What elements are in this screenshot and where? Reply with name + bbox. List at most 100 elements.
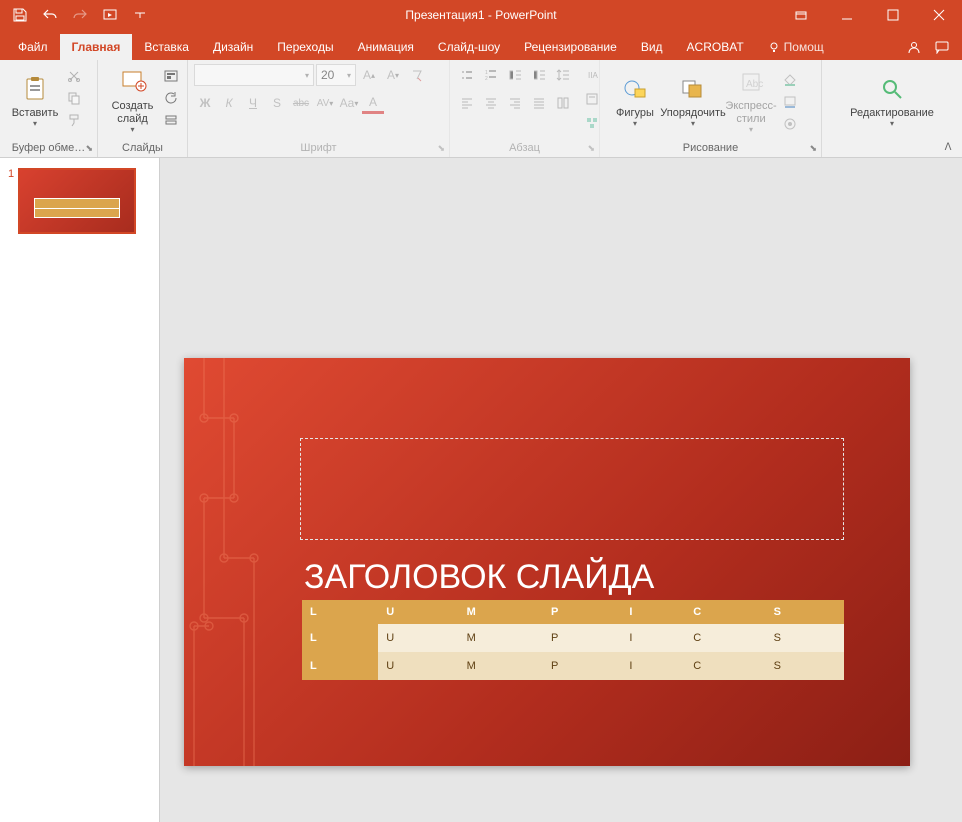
ribbon-tabs: Файл Главная Вставка Дизайн Переходы Ани… (0, 30, 962, 60)
justify-button[interactable] (528, 92, 550, 114)
table-header-cell[interactable]: C (685, 600, 765, 624)
slide-table[interactable]: L U M P I C S L U M P I C S (302, 600, 844, 680)
align-text-button[interactable] (580, 88, 604, 110)
section-button[interactable] (161, 110, 181, 130)
svg-text:IIA: IIA (588, 71, 598, 80)
group-font: ▾ 20▾ A▴ A▾ Ж К Ч S abc AV▾ Aa▾ A Шр (188, 60, 450, 157)
tab-review[interactable]: Рецензирование (512, 34, 629, 60)
slide-layout-button[interactable] (161, 66, 181, 86)
strikethrough-button[interactable]: abc (290, 92, 312, 114)
quick-styles-icon: Abc (735, 66, 767, 98)
cut-button[interactable] (64, 66, 84, 86)
tab-home[interactable]: Главная (60, 34, 133, 60)
align-left-button[interactable] (456, 92, 478, 114)
start-from-beginning-button[interactable] (96, 1, 124, 29)
columns-button[interactable] (552, 92, 574, 114)
group-paragraph: 12 IIA Абзац⬊ (450, 60, 600, 157)
bullets-button[interactable] (456, 64, 478, 86)
bold-button[interactable]: Ж (194, 92, 216, 114)
paste-button[interactable]: Вставить ▾ (6, 64, 64, 136)
bulb-icon (768, 41, 780, 53)
change-case-button[interactable]: Aa▾ (338, 92, 360, 114)
slide[interactable]: ЗАГОЛОВОК СЛАЙДА L U M P I C S L U M P I (184, 358, 910, 766)
tab-insert[interactable]: Вставка (132, 34, 201, 60)
close-button[interactable] (916, 0, 962, 30)
tab-slideshow[interactable]: Слайд-шоу (426, 34, 512, 60)
italic-button[interactable]: К (218, 92, 240, 114)
align-center-button[interactable] (480, 92, 502, 114)
quick-access-toolbar (0, 1, 154, 29)
shape-fill-button[interactable] (780, 70, 800, 90)
shapes-button[interactable]: Фигуры▾ (606, 64, 664, 136)
table-header-cell[interactable]: M (459, 600, 543, 624)
reset-slide-button[interactable] (161, 88, 181, 108)
group-label-clipboard: Буфер обме… (12, 142, 86, 154)
collapse-ribbon-button[interactable]: ᐱ (940, 139, 956, 155)
redo-button[interactable] (66, 1, 94, 29)
sign-in-icon[interactable] (900, 34, 928, 60)
tab-view[interactable]: Вид (629, 34, 675, 60)
increase-indent-button[interactable] (528, 64, 550, 86)
undo-button[interactable] (36, 1, 64, 29)
decrease-indent-button[interactable] (504, 64, 526, 86)
editing-button[interactable]: Редактирование▾ (863, 64, 921, 136)
customize-qat-button[interactable] (126, 1, 154, 29)
table-header-cell[interactable]: P (543, 600, 621, 624)
selection-outline (300, 438, 844, 540)
ribbon-display-button[interactable] (778, 0, 824, 30)
decrease-font-button[interactable]: A▾ (382, 64, 404, 86)
table-row[interactable]: L U M P I C S (302, 624, 844, 652)
copy-button[interactable] (64, 88, 84, 108)
char-spacing-button[interactable]: AV▾ (314, 92, 336, 114)
convert-smartart-button[interactable] (580, 112, 604, 134)
new-slide-icon (117, 66, 149, 98)
comments-icon[interactable] (928, 34, 956, 60)
increase-font-button[interactable]: A▴ (358, 64, 380, 86)
tab-acrobat[interactable]: ACROBAT (675, 34, 756, 60)
new-slide-button[interactable]: Создать слайд ▾ (104, 64, 161, 136)
numbering-button[interactable]: 12 (480, 64, 502, 86)
table-header-cell[interactable]: L (302, 600, 378, 624)
format-painter-button[interactable] (64, 110, 84, 130)
font-dialog-launcher[interactable]: ⬊ (437, 143, 445, 154)
drawing-dialog-launcher[interactable]: ⬊ (809, 143, 817, 154)
group-slides: Создать слайд ▾ Слайды (98, 60, 188, 157)
line-spacing-button[interactable] (552, 64, 574, 86)
minimize-button[interactable] (824, 0, 870, 30)
table-header-cell[interactable]: I (621, 600, 685, 624)
align-right-button[interactable] (504, 92, 526, 114)
tab-transitions[interactable]: Переходы (265, 34, 345, 60)
tab-file[interactable]: Файл (6, 34, 60, 60)
circuit-decoration (184, 358, 324, 766)
font-name-combo[interactable]: ▾ (194, 64, 314, 86)
clear-formatting-button[interactable] (406, 64, 428, 86)
group-drawing: Фигуры▾ Упорядочить▾ Abc Экспресс-стили▾… (600, 60, 822, 157)
slide-thumbnails-pane[interactable]: 1 (0, 158, 160, 822)
shape-effects-button[interactable] (780, 114, 800, 134)
tell-me-field[interactable]: Помощ (756, 34, 836, 60)
slide-title[interactable]: ЗАГОЛОВОК СЛАЙДА (304, 558, 654, 597)
tab-animations[interactable]: Анимация (346, 34, 426, 60)
shape-outline-button[interactable] (780, 92, 800, 112)
arrange-button[interactable]: Упорядочить▾ (664, 64, 722, 136)
table-header-cell[interactable]: U (378, 600, 458, 624)
clipboard-dialog-launcher[interactable]: ⬊ (85, 143, 93, 154)
title-bar: Презентация1 - PowerPoint (0, 0, 962, 30)
font-color-button[interactable]: A (362, 92, 384, 114)
paragraph-dialog-launcher[interactable]: ⬊ (587, 143, 595, 154)
tab-design[interactable]: Дизайн (201, 34, 265, 60)
save-button[interactable] (6, 1, 34, 29)
slide-canvas[interactable]: ЗАГОЛОВОК СЛАЙДА L U M P I C S L U M P I (160, 158, 962, 822)
table-row[interactable]: L U M P I C S (302, 652, 844, 680)
thumbnail-number: 1 (8, 168, 14, 234)
quick-styles-button[interactable]: Abc Экспресс-стили▾ (722, 64, 780, 136)
group-clipboard: Вставить ▾ Буфер обме…⬊ (0, 60, 98, 157)
shadow-button[interactable]: S (266, 92, 288, 114)
table-header-cell[interactable]: S (766, 600, 844, 624)
thumbnail-slide-1[interactable]: 1 (8, 168, 151, 234)
shapes-icon (619, 73, 651, 105)
text-direction-button[interactable]: IIA (580, 64, 604, 86)
underline-button[interactable]: Ч (242, 92, 264, 114)
maximize-button[interactable] (870, 0, 916, 30)
font-size-combo[interactable]: 20▾ (316, 64, 356, 86)
